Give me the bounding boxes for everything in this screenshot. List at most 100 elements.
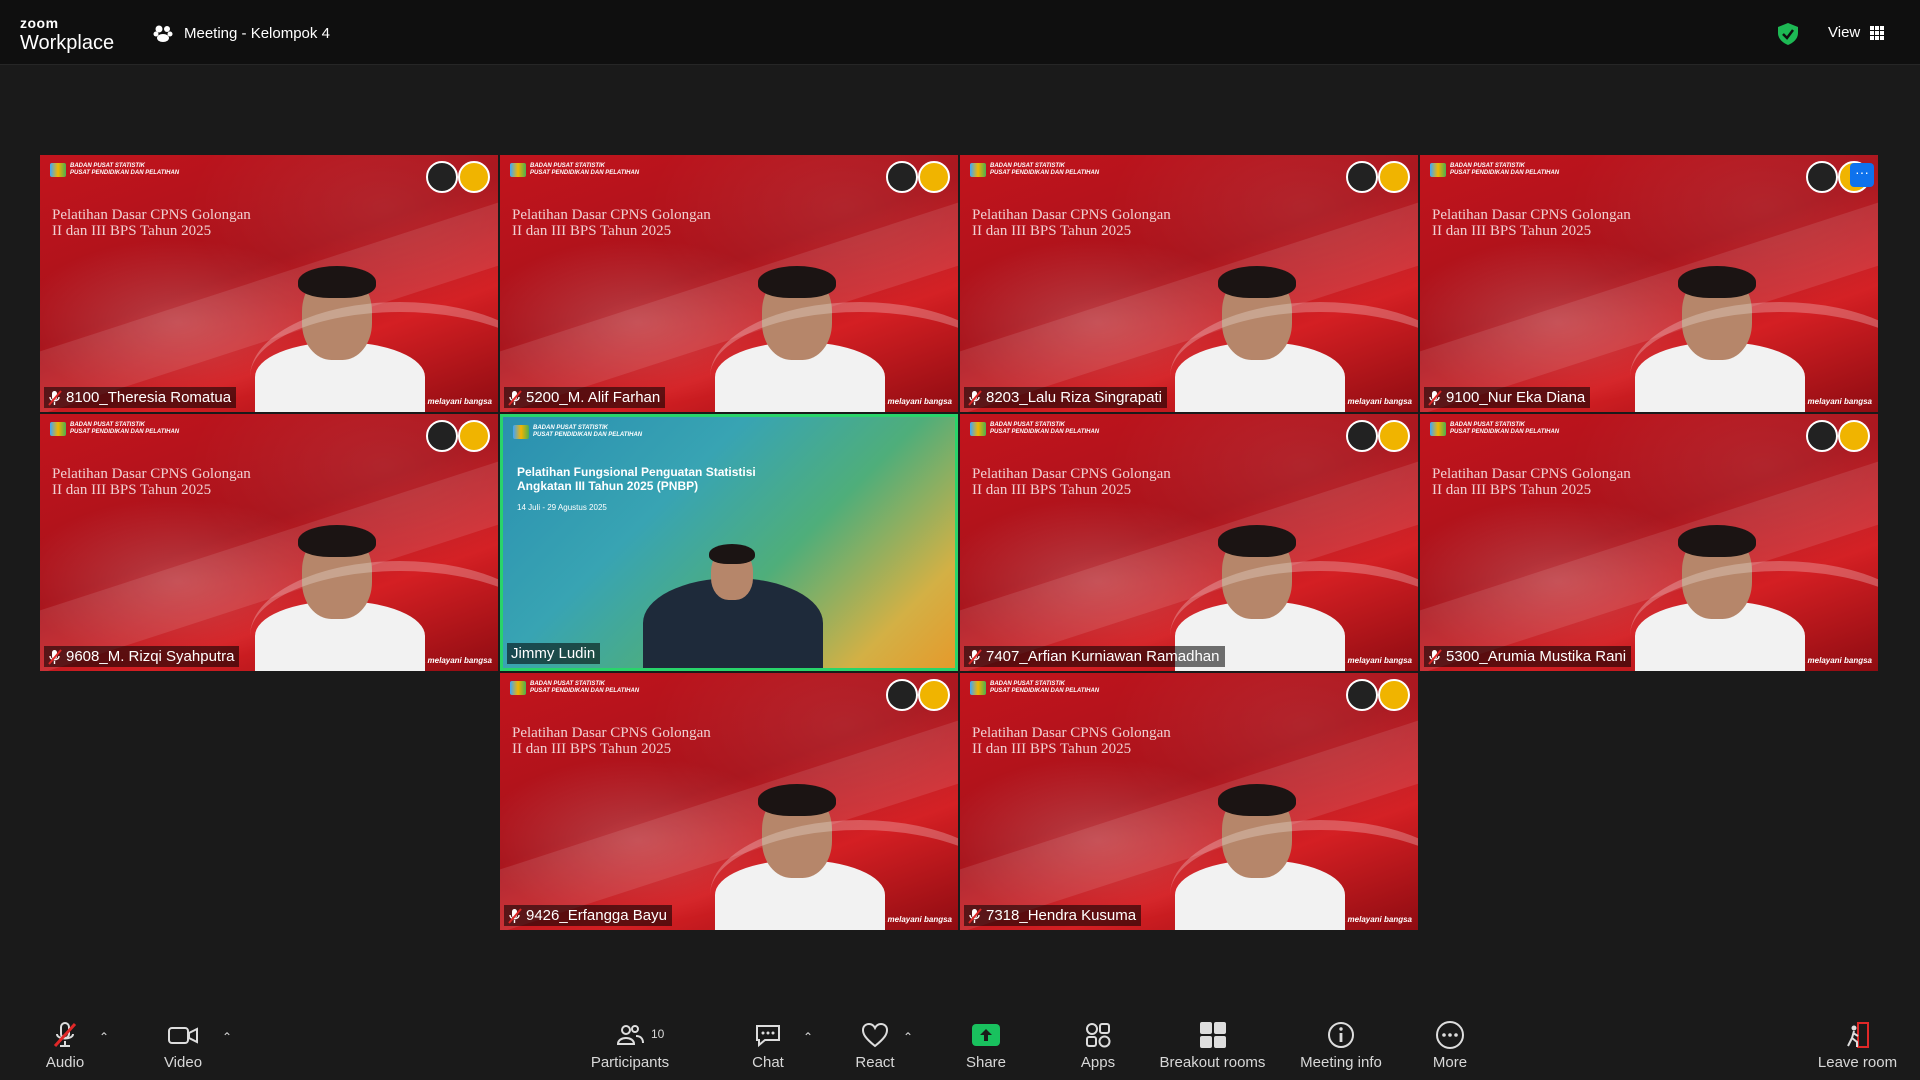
virtual-background-title: Pelatihan Dasar CPNS Golongan II dan III…	[972, 466, 1171, 498]
participants-label: Participants	[590, 1054, 670, 1071]
breakout-rooms-label: Breakout rooms	[1159, 1054, 1266, 1071]
react-options-caret[interactable]: ⌃	[903, 1030, 913, 1044]
video-tile[interactable]: BADAN PUSAT STATISTIK PUSAT PENDIDIKAN DA…	[960, 673, 1418, 930]
video-tile-active-speaker[interactable]: BADAN PUSAT STATISTIK PUSAT PENDIDIKAN DA…	[500, 414, 958, 671]
emblem-icon	[1378, 420, 1410, 452]
participant-name: 9608_M. Rizqi Syahputra	[66, 648, 235, 665]
video-camera-icon	[168, 1027, 198, 1044]
zoom-logo: zoom Workplace	[20, 16, 114, 53]
virtual-background-title: Pelatihan Dasar CPNS Golongan II dan III…	[1432, 207, 1631, 239]
top-bar: zoom Workplace Meeting - Kelompok 4 View	[0, 0, 1920, 65]
participant-name: 8100_Theresia Romatua	[66, 389, 232, 406]
view-label: View	[1828, 24, 1861, 41]
participant-name-label: 9100_Nur Eka Diana	[1424, 387, 1591, 408]
slogan-logo: bangga melayani bangsa	[856, 397, 952, 406]
participant-video	[633, 518, 833, 668]
participant-name-label: 9426_Erfangga Bayu	[504, 905, 672, 926]
meeting-toolbar: Audio ⌃ Video ⌃ Participants 10 Chat ⌃ R…	[0, 1010, 1920, 1080]
video-tile[interactable]: BADAN PUSAT STATISTIK PUSAT PENDIDIKAN DA…	[1420, 414, 1878, 671]
react-button[interactable]: React	[845, 1020, 905, 1071]
more-button[interactable]: More	[1428, 1020, 1472, 1071]
participant-name-label: 8100_Theresia Romatua	[44, 387, 237, 408]
apps-label: Apps	[1080, 1054, 1116, 1071]
video-button[interactable]: Video	[158, 1020, 208, 1071]
video-tile[interactable]: BADAN PUSAT STATISTIK PUSAT PENDIDIKAN DA…	[500, 673, 958, 930]
emblem-icon	[426, 420, 458, 452]
share-button[interactable]: Share	[960, 1020, 1012, 1071]
react-label: React	[855, 1054, 895, 1071]
participant-name: 7407_Arfian Kurniawan Ramadhan	[986, 648, 1220, 665]
slogan-logo: bangga melayani bangsa	[856, 915, 952, 924]
participant-video	[1160, 491, 1360, 671]
participant-name: 5200_M. Alif Farhan	[526, 389, 661, 406]
view-button[interactable]: View	[1828, 24, 1885, 41]
virtual-background-title: Pelatihan Dasar CPNS Golongan II dan III…	[512, 207, 711, 239]
participant-name-label: 5200_M. Alif Farhan	[504, 387, 666, 408]
participant-name: 9426_Erfangga Bayu	[526, 907, 667, 924]
leave-room-button[interactable]: Leave room	[1815, 1020, 1900, 1071]
video-tile[interactable]: BADAN PUSAT STATISTIK PUSAT PENDIDIKAN DA…	[960, 414, 1418, 671]
more-dots-icon	[1436, 1021, 1464, 1049]
video-tile[interactable]: BADAN PUSAT STATISTIK PUSAT PENDIDIKAN DA…	[1420, 155, 1878, 412]
video-tile[interactable]: BADAN PUSAT STATISTIK PUSAT PENDIDIKAN DA…	[40, 414, 498, 671]
video-tile[interactable]: BADAN PUSAT STATISTIK PUSAT PENDIDIKAN DA…	[960, 155, 1418, 412]
breakout-rooms-button[interactable]: Breakout rooms	[1155, 1020, 1270, 1071]
chat-button[interactable]: Chat	[740, 1020, 796, 1071]
bps-logo: BADAN PUSAT STATISTIK PUSAT PENDIDIKAN DA…	[50, 422, 210, 436]
meeting-title[interactable]: Meeting - Kelompok 4	[152, 24, 330, 42]
participant-name-label: 9608_M. Rizqi Syahputra	[44, 646, 240, 667]
apps-button[interactable]: Apps	[1076, 1020, 1120, 1071]
participant-video	[1620, 491, 1820, 671]
chat-bubble-icon	[756, 1025, 780, 1048]
audio-button[interactable]: Audio	[40, 1020, 90, 1071]
meeting-info-label: Meeting info	[1300, 1054, 1382, 1071]
participant-name-label: 8203_Lalu Riza Singrapati	[964, 387, 1167, 408]
emblem-icon	[1378, 679, 1410, 711]
encryption-shield-icon[interactable]	[1777, 22, 1799, 46]
virtual-background-title: Pelatihan Dasar CPNS Golongan II dan III…	[1432, 466, 1631, 498]
emblem-icon	[886, 161, 918, 193]
participants-group-icon	[153, 25, 173, 42]
participant-video	[240, 491, 440, 671]
bps-logo: BADAN PUSAT STATISTIK PUSAT PENDIDIKAN DA…	[50, 163, 210, 177]
muted-mic-icon	[968, 648, 982, 665]
emblem-icon	[1806, 420, 1838, 452]
bps-logo: BADAN PUSAT STATISTIK PUSAT PENDIDIKAN DA…	[513, 425, 673, 439]
emblem-icon	[1346, 679, 1378, 711]
meeting-info-button[interactable]: Meeting info	[1291, 1020, 1391, 1071]
audio-options-caret[interactable]: ⌃	[99, 1030, 109, 1044]
participant-video	[1160, 750, 1360, 930]
bps-logo: BADAN PUSAT STATISTIK PUSAT PENDIDIKAN DA…	[510, 681, 670, 695]
brand-small: zoom	[20, 15, 59, 31]
leave-room-label: Leave room	[1817, 1054, 1898, 1071]
emblem-icon	[886, 679, 918, 711]
breakout-rooms-icon	[1199, 1022, 1226, 1048]
leave-room-icon	[1846, 1022, 1869, 1048]
slogan-logo: bangga melayani bangsa	[1316, 397, 1412, 406]
tile-more-options-button[interactable]: ···	[1850, 163, 1874, 187]
info-icon	[1328, 1022, 1354, 1048]
video-tile[interactable]: BADAN PUSAT STATISTIK PUSAT PENDIDIKAN DA…	[40, 155, 498, 412]
slogan-logo: bangga melayani bangsa	[1316, 915, 1412, 924]
grid-view-icon	[1870, 25, 1885, 40]
video-tile[interactable]: BADAN PUSAT STATISTIK PUSAT PENDIDIKAN DA…	[500, 155, 958, 412]
virtual-background-title: Pelatihan Dasar CPNS Golongan II dan III…	[972, 725, 1171, 757]
audio-label: Audio	[45, 1054, 85, 1071]
participant-video	[240, 232, 440, 412]
video-label: Video	[163, 1054, 203, 1071]
bps-logo: BADAN PUSAT STATISTIK PUSAT PENDIDIKAN DA…	[510, 163, 670, 177]
chat-options-caret[interactable]: ⌃	[803, 1030, 813, 1044]
video-options-caret[interactable]: ⌃	[222, 1030, 232, 1044]
heart-react-icon	[861, 1022, 889, 1048]
virtual-background-title: Pelatihan Dasar CPNS Golongan II dan III…	[512, 725, 711, 757]
share-screen-icon	[972, 1024, 1000, 1046]
muted-mic-icon	[1428, 389, 1442, 406]
emblem-icon	[1838, 420, 1870, 452]
apps-icon	[1086, 1023, 1111, 1048]
emblem-icon	[1378, 161, 1410, 193]
participant-name: 7318_Hendra Kusuma	[986, 907, 1137, 924]
brand-large: Workplace	[20, 32, 115, 54]
slogan-logo: bangga melayani bangsa	[396, 397, 492, 406]
bps-logo: BADAN PUSAT STATISTIK PUSAT PENDIDIKAN DA…	[1430, 422, 1590, 436]
emblem-icon	[458, 420, 490, 452]
